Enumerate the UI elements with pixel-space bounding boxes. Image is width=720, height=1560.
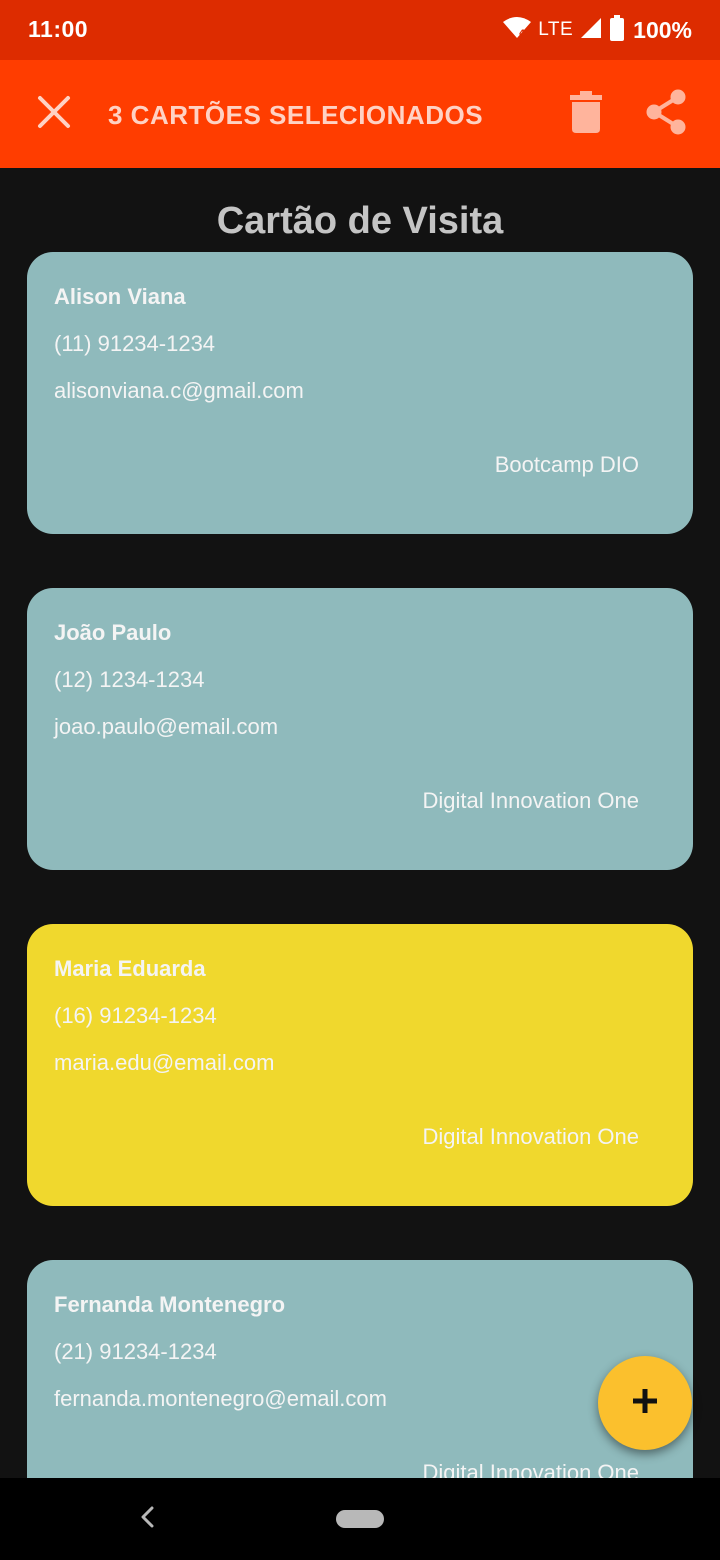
card-phone: (21) 91234-1234 <box>54 1339 217 1364</box>
system-navigation-bar <box>0 1478 720 1560</box>
card-company: Digital Innovation One <box>422 788 639 813</box>
card-email: maria.edu@email.com <box>54 1050 275 1075</box>
home-pill[interactable] <box>336 1510 384 1528</box>
screen: 11:00 4 LTE 100% 3 CARTÕES SELECIONADOS … <box>0 0 720 1560</box>
card-phone: (16) 91234-1234 <box>54 1003 217 1028</box>
add-card-button[interactable] <box>598 1356 692 1450</box>
card-name: Alison Viana <box>54 284 186 309</box>
close-icon <box>37 95 71 134</box>
card-name: João Paulo <box>54 620 172 645</box>
back-icon <box>139 1506 155 1533</box>
svg-text:4: 4 <box>519 29 525 39</box>
plus-icon <box>632 1388 658 1419</box>
card-name: Fernanda Montenegro <box>54 1292 286 1317</box>
card-company: Digital Innovation One <box>422 1124 639 1149</box>
status-bar: 11:00 4 LTE 100% <box>0 0 720 60</box>
business-card[interactable]: João Paulo (12) 1234-1234 joao.paulo@ema… <box>27 588 693 870</box>
card-email: alisonviana.c@gmail.com <box>54 378 304 403</box>
network-type: LTE <box>538 19 574 40</box>
card-email: joao.paulo@email.com <box>54 714 279 739</box>
close-selection-button[interactable] <box>22 82 86 146</box>
selection-action-bar: 3 CARTÕES SELECIONADOS <box>0 60 720 168</box>
status-indicators: 4 LTE 100% <box>502 14 692 46</box>
wifi-icon: 4 <box>502 16 532 45</box>
card-company: Bootcamp DIO <box>494 452 639 477</box>
share-icon <box>645 89 687 140</box>
business-card[interactable]: Alison Viana (11) 91234-1234 alisonviana… <box>27 252 693 534</box>
business-card[interactable]: Maria Eduarda (16) 91234-1234 maria.edu@… <box>27 924 693 1206</box>
card-phone: (12) 1234-1234 <box>54 667 205 692</box>
status-time: 11:00 <box>28 16 89 42</box>
delete-button[interactable] <box>556 82 616 146</box>
battery-icon <box>609 14 625 46</box>
card-email: fernanda.montenegro@email.com <box>54 1386 387 1411</box>
share-button[interactable] <box>634 82 698 146</box>
back-button[interactable] <box>130 1502 164 1536</box>
selection-count-title: 3 CARTÕES SELECIONADOS <box>108 100 484 130</box>
signal-icon <box>579 16 603 45</box>
card-phone: (11) 91234-1234 <box>54 331 216 356</box>
battery-percent: 100% <box>633 16 692 43</box>
business-card-list: Alison Viana (11) 91234-1234 alisonviana… <box>27 252 693 1560</box>
card-name: Maria Eduarda <box>54 956 206 981</box>
delete-icon <box>570 90 602 138</box>
page-title: Cartão de Visita <box>216 200 504 242</box>
